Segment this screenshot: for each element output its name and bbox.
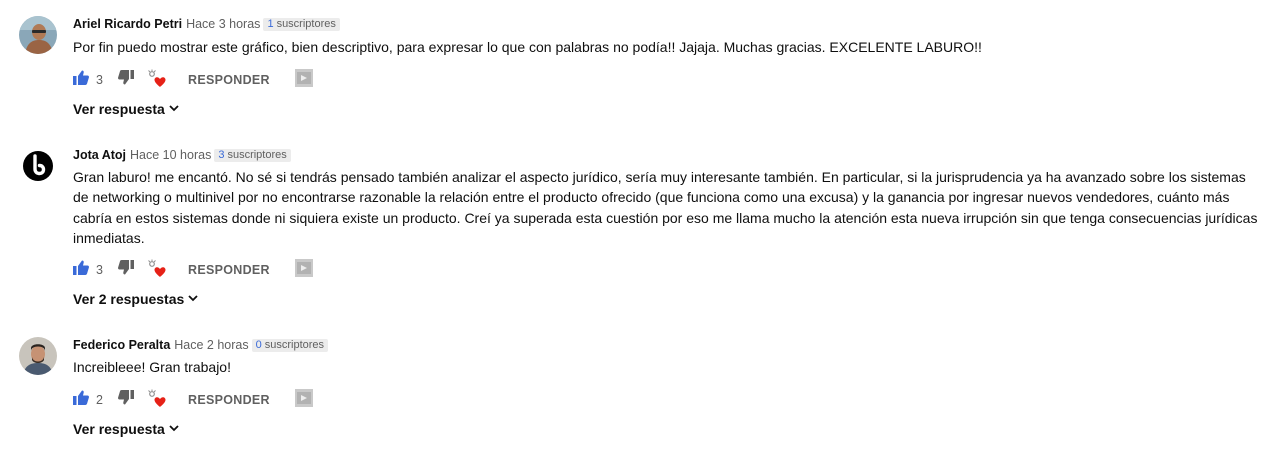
- chevron-down-icon: [184, 291, 199, 307]
- comment-header: Federico Peralta Hace 2 horas 0 suscript…: [73, 337, 329, 353]
- comment-text: Por fin puedo mostrar este gráfico, bien…: [73, 39, 982, 55]
- like-button[interactable]: [73, 70, 89, 90]
- extension-button[interactable]: [294, 258, 313, 282]
- avatar[interactable]: [19, 147, 57, 185]
- like-count: 3: [96, 263, 103, 277]
- comment-time[interactable]: Hace 10 horas: [130, 148, 211, 162]
- comments-list: Ariel Ricardo Petri Hace 3 horas 1 suscr…: [0, 0, 1283, 450]
- creator-heart-icon: [147, 258, 167, 283]
- extension-button[interactable]: [294, 388, 313, 412]
- thumbs-down-icon: [118, 70, 134, 90]
- thumbs-up-icon: [73, 260, 89, 280]
- extension-icon: [294, 68, 313, 92]
- chevron-down-icon: [165, 101, 180, 117]
- comment-time[interactable]: Hace 2 horas: [174, 338, 248, 352]
- creator-heart-icon: [147, 68, 167, 93]
- comment-text: Increibleee! Gran trabajo!: [73, 359, 231, 375]
- view-replies-button[interactable]: Ver respuesta: [73, 99, 180, 119]
- subscriber-label: suscriptores: [227, 148, 287, 161]
- like-button[interactable]: [73, 390, 89, 410]
- creator-heart: [147, 258, 167, 283]
- thumbs-up-icon: [73, 70, 89, 90]
- creator-heart: [147, 388, 167, 413]
- thumbs-down-icon: [118, 390, 134, 410]
- dislike-button[interactable]: [118, 260, 134, 280]
- dislike-button[interactable]: [118, 390, 134, 410]
- subscriber-badge: 0 suscriptores: [251, 338, 329, 352]
- subscriber-label: suscriptores: [264, 338, 325, 351]
- view-replies-button[interactable]: Ver respuesta: [73, 419, 180, 439]
- comment-text: Gran laburo! me encantó. No sé si tendrá…: [73, 169, 1258, 246]
- chevron-down-icon: [165, 421, 180, 437]
- extension-icon: [294, 388, 313, 412]
- subscriber-badge: 1 suscriptores: [263, 17, 340, 31]
- reply-button[interactable]: RESPONDER: [188, 73, 270, 87]
- view-replies-button[interactable]: Ver 2 respuestas: [73, 289, 199, 309]
- thumbs-down-icon: [118, 260, 134, 280]
- comment-actions: 2 RESPONDER: [73, 388, 313, 413]
- author-name[interactable]: Federico Peralta: [73, 338, 170, 352]
- dislike-button[interactable]: [118, 70, 134, 90]
- like-count: 3: [96, 73, 103, 87]
- creator-heart-icon: [147, 388, 167, 413]
- extension-icon: [294, 258, 313, 282]
- subscriber-count: 0: [255, 338, 262, 351]
- avatar[interactable]: [19, 337, 57, 375]
- creator-heart: [147, 68, 167, 93]
- author-name[interactable]: Ariel Ricardo Petri: [73, 17, 182, 31]
- comment-actions: 3 RESPONDER: [73, 258, 313, 283]
- subscriber-badge: 3 suscriptores: [214, 148, 291, 162]
- avatar[interactable]: [19, 16, 57, 54]
- subscriber-count: 1: [267, 17, 274, 30]
- reply-button[interactable]: RESPONDER: [188, 393, 270, 407]
- view-replies-label: Ver respuesta: [73, 101, 165, 117]
- author-name[interactable]: Jota Atoj: [73, 148, 126, 162]
- like-count: 2: [96, 393, 103, 407]
- subscriber-count: 3: [218, 148, 225, 161]
- view-replies-label: Ver 2 respuestas: [73, 291, 185, 307]
- comment-header: Jota Atoj Hace 10 horas 3 suscriptores: [73, 147, 291, 163]
- thumbs-up-icon: [73, 390, 89, 410]
- like-button[interactable]: [73, 260, 89, 280]
- reply-button[interactable]: RESPONDER: [188, 263, 270, 277]
- comment-header: Ariel Ricardo Petri Hace 3 horas 1 suscr…: [73, 16, 340, 32]
- extension-button[interactable]: [294, 68, 313, 92]
- view-replies-label: Ver respuesta: [73, 421, 165, 437]
- comment-time[interactable]: Hace 3 horas: [186, 17, 260, 31]
- subscriber-label: suscriptores: [276, 17, 336, 30]
- comment-actions: 3 RESPONDER: [73, 68, 313, 93]
